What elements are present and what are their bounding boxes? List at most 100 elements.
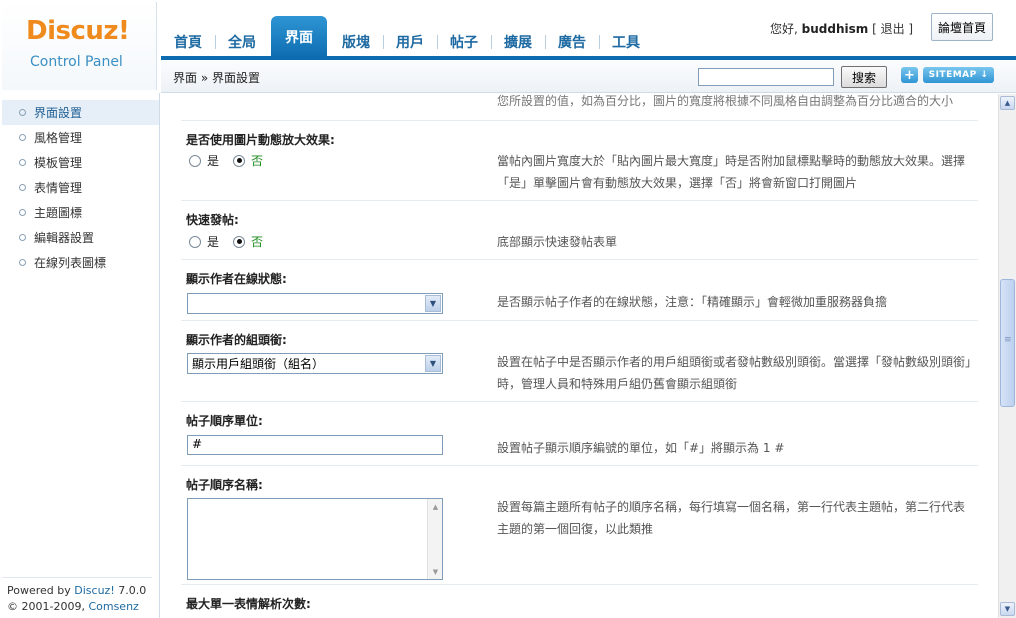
bullet-icon: [19, 234, 26, 241]
tab-global[interactable]: 全局: [215, 26, 269, 58]
forum-home-button[interactable]: 論壇首頁: [931, 13, 993, 41]
greeting-text: 您好,: [770, 22, 802, 36]
sidebar-item-template-management[interactable]: 模板管理: [2, 150, 159, 175]
sidebar-item-online-list-icons[interactable]: 在線列表圖標: [2, 250, 159, 275]
sidebar: 界面設置 風格管理 模板管理 表情管理 主題圖標 編輯器設置 在線列表圖標 Po…: [2, 93, 160, 618]
sidebar-item-thread-icons[interactable]: 主題圖標: [2, 200, 159, 225]
scroll-up-icon[interactable]: ▲: [1000, 96, 1015, 110]
discuz-logo[interactable]: Discuz! Control Panel: [2, 2, 157, 90]
sidebar-item-label: 主題圖標: [34, 206, 83, 220]
tab-forums[interactable]: 版塊: [329, 26, 383, 58]
logout-link[interactable]: [ 退出 ]: [872, 22, 913, 36]
setting-title: 是否使用圖片動態放大效果:: [186, 133, 335, 147]
tab-posts[interactable]: 帖子: [437, 26, 491, 58]
select-value: 顯示用戶組頭銜（組名）: [192, 357, 325, 371]
setting-title: 顯示作者的組頭銜:: [186, 333, 287, 347]
setting-desc: 當帖內圖片寬度大於「貼內圖片最大寬度」時是否附加鼠標點擊時的動態放大效果。選擇「…: [497, 154, 966, 190]
setting-row-quick-post: 快速發帖: 是 否 底部顯示快速發帖表單: [181, 201, 978, 260]
radio-label-yes: 是: [207, 154, 220, 168]
sidebar-footer: Powered by Discuz! 7.0.0 © 2001-2009, Co…: [7, 583, 159, 618]
tab-ads[interactable]: 廣告: [545, 26, 599, 58]
tab-interface[interactable]: 界面: [271, 16, 327, 58]
sidebar-item-label: 表情管理: [34, 181, 83, 195]
setting-title: 最大單一表情解析次數:: [186, 597, 311, 611]
tab-users[interactable]: 用戶: [383, 26, 437, 58]
chevron-down-icon[interactable]: ▼: [425, 355, 441, 372]
main-nav: 首頁 全局 界面 版塊 用戶 帖子 擴展 廣告 工具: [161, 14, 653, 58]
post-names-textarea[interactable]: ▲ ▼: [187, 498, 443, 580]
setting-desc: 設置每篇主題所有帖子的順序名稱，每行填寫一個名稱，第一行代表主題帖，第二行代表主…: [497, 500, 966, 536]
setting-row-group-title: 顯示作者的組頭銜: 顯示用戶組頭銜（組名） ▼ 設置在帖子中是否顯示作者的用戶組…: [181, 321, 978, 402]
radio-no[interactable]: [233, 235, 246, 248]
footer-divider: [2, 577, 152, 578]
radio-yes[interactable]: [189, 154, 201, 167]
bullet-icon: [19, 109, 26, 116]
sidebar-item-label: 在線列表圖標: [34, 256, 107, 270]
setting-row-max-smilies: 最大單一表情解析次數:: [181, 585, 978, 618]
online-status-select[interactable]: ▼: [187, 293, 443, 314]
discuz-link[interactable]: Discuz!: [74, 584, 114, 597]
radio-no[interactable]: [233, 154, 246, 167]
breadcrumb: 界面 » 界面設置: [173, 71, 260, 85]
copyright-prefix: © 2001-2009,: [7, 600, 89, 613]
search-button[interactable]: 搜索: [841, 66, 887, 88]
radio-label-yes: 是: [207, 235, 220, 249]
settings-panel: 您所設置的值，如為百分比，圖片的寬度將根據不同風格自由調整為百分比適合的大小 是…: [161, 94, 998, 618]
bullet-icon: [19, 159, 26, 166]
setting-desc: 您所設置的值，如為百分比，圖片的寬度將根據不同風格自由調整為百分比適合的大小: [497, 94, 954, 108]
radio-label-no: 否: [251, 154, 264, 168]
scroll-up-icon[interactable]: ▲: [429, 500, 442, 513]
chevron-down-icon[interactable]: ▼: [425, 295, 441, 312]
logo-subtitle: Control Panel: [30, 54, 123, 70]
scroll-thumb[interactable]: [1000, 279, 1015, 407]
page-scrollbar[interactable]: ▲ ▼: [998, 94, 1016, 618]
setting-row-post-unit: 帖子順序單位: # 設置帖子顯示順序編號的單位，如「#」將顯示為 1 #: [181, 402, 978, 466]
radio-yes[interactable]: [189, 235, 201, 248]
textarea-scrollbar[interactable]: ▲ ▼: [427, 499, 442, 579]
plus-icon[interactable]: +: [901, 67, 918, 83]
bullet-icon: [19, 184, 26, 191]
sidebar-item-style-management[interactable]: 風格管理: [2, 125, 159, 150]
bullet-icon: [19, 134, 26, 141]
breadcrumb-bar: 界面 » 界面設置 搜索 + SITEMAP ↓: [161, 60, 1016, 93]
radio-label-no: 否: [251, 235, 264, 249]
sidebar-item-smilies-management[interactable]: 表情管理: [2, 175, 159, 200]
tab-home[interactable]: 首頁: [161, 26, 215, 58]
tab-tools[interactable]: 工具: [599, 26, 653, 58]
powered-version: 7.0.0: [114, 584, 147, 597]
user-info: 您好, buddhism [ 退出 ]: [770, 20, 913, 37]
scroll-down-icon[interactable]: ▼: [1000, 602, 1015, 616]
sidebar-item-label: 模板管理: [34, 156, 83, 170]
username: buddhism: [801, 22, 869, 36]
sidebar-item-editor-settings[interactable]: 編輯器設置: [2, 225, 159, 250]
setting-desc: 設置帖子顯示順序編號的單位，如「#」將顯示為 1 #: [497, 441, 785, 455]
setting-row-post-names: 帖子順序名稱: ▲ ▼ 設置每篇主題所有帖子的順序名稱，每行填寫一個名稱，第一行…: [181, 466, 978, 585]
setting-title: 快速發帖:: [186, 213, 239, 227]
header: Discuz! Control Panel 首頁 全局 界面 版塊 用戶 帖子 …: [0, 0, 1016, 93]
setting-title: 帖子順序單位:: [186, 414, 263, 428]
group-title-select[interactable]: 顯示用戶組頭銜（組名） ▼: [187, 353, 443, 374]
sidebar-item-label: 編輯器設置: [34, 231, 95, 245]
sitemap-button[interactable]: SITEMAP ↓: [923, 67, 994, 83]
tab-extensions[interactable]: 擴展: [491, 26, 545, 58]
sidebar-item-interface-settings[interactable]: 界面設置: [2, 100, 159, 125]
scroll-down-icon[interactable]: ▼: [429, 565, 442, 578]
powered-prefix: Powered by: [7, 584, 75, 597]
bullet-icon: [19, 259, 26, 266]
setting-row-dynamic-zoom: 是否使用圖片動態放大效果: 是 否 當帖內圖片寬度大於「貼內圖片最大寬度」時是否…: [181, 121, 978, 201]
sidebar-menu: 界面設置 風格管理 模板管理 表情管理 主題圖標 編輯器設置 在線列表圖標: [2, 93, 159, 275]
setting-title: 顯示作者在線狀態:: [186, 272, 287, 286]
sidebar-item-label: 界面設置: [34, 106, 83, 120]
setting-row-partial: 您所設置的值，如為百分比，圖片的寬度將根據不同風格自由調整為百分比適合的大小: [181, 94, 978, 121]
post-unit-input[interactable]: #: [187, 435, 443, 455]
setting-row-online-status: 顯示作者在線狀態: ▼ 是否顯示帖子作者的在線狀態，注意：「精確顯示」會輕微加重…: [181, 260, 978, 321]
bullet-icon: [19, 209, 26, 216]
setting-desc: 是否顯示帖子作者的在線狀態，注意：「精確顯示」會輕微加重服務器負擔: [497, 295, 888, 309]
sidebar-item-label: 風格管理: [34, 131, 83, 145]
setting-desc: 設置在帖子中是否顯示作者的用戶組頭銜或者發帖數級別頭銜。當選擇「發帖數級別頭銜」…: [497, 355, 972, 391]
search-input[interactable]: [698, 68, 834, 86]
radio-group: 是 否: [189, 233, 277, 250]
setting-desc: 底部顯示快速發帖表單: [497, 235, 618, 249]
setting-title: 帖子順序名稱:: [186, 478, 263, 492]
logo-wordmark: Discuz!: [26, 16, 130, 46]
